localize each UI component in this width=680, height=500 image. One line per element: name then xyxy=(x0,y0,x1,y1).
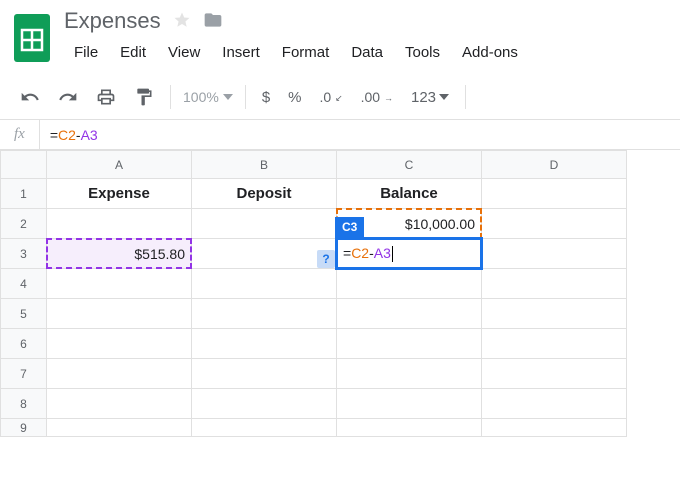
cell-A5[interactable] xyxy=(47,299,192,329)
row-header-1[interactable]: 1 xyxy=(1,179,47,209)
cell-B8[interactable] xyxy=(192,389,337,419)
cell-D8[interactable] xyxy=(482,389,627,419)
cell-B1[interactable]: Deposit xyxy=(192,179,337,209)
folder-icon[interactable] xyxy=(203,10,223,33)
format-percent-button[interactable]: % xyxy=(280,83,309,112)
row-header-5[interactable]: 5 xyxy=(1,299,47,329)
select-all-corner[interactable] xyxy=(1,151,47,179)
row-header-9[interactable]: 9 xyxy=(1,419,47,437)
print-button[interactable] xyxy=(88,81,124,113)
spreadsheet-grid: A B C D 1 Expense Deposit Balance 2 $10,… xyxy=(0,150,680,437)
active-cell-badge: C3 xyxy=(335,217,364,237)
formula-help-icon[interactable]: ? xyxy=(317,250,335,268)
formula-input[interactable]: =C2-A3 xyxy=(40,127,98,143)
column-header-A[interactable]: A xyxy=(47,151,192,179)
cell-D1[interactable] xyxy=(482,179,627,209)
cell-B3[interactable] xyxy=(192,239,337,269)
sheets-logo-icon xyxy=(12,12,52,64)
cell-C7[interactable] xyxy=(337,359,482,389)
cell-D5[interactable] xyxy=(482,299,627,329)
menu-edit[interactable]: Edit xyxy=(110,40,156,65)
cell-B5[interactable] xyxy=(192,299,337,329)
cell-A3[interactable]: $515.80 xyxy=(47,239,192,269)
column-header-C[interactable]: C xyxy=(337,151,482,179)
cell-C4[interactable] xyxy=(337,269,482,299)
document-title[interactable]: Expenses xyxy=(64,8,161,34)
row-header-4[interactable]: 4 xyxy=(1,269,47,299)
cell-C6[interactable] xyxy=(337,329,482,359)
cell-C3[interactable]: C3 ? =C2-A3 xyxy=(337,239,482,269)
menu-insert[interactable]: Insert xyxy=(212,40,270,65)
row-header-6[interactable]: 6 xyxy=(1,329,47,359)
toolbar: 100% $ % .0 ↙ .00 → 123 xyxy=(0,75,680,120)
cell-C5[interactable] xyxy=(337,299,482,329)
star-icon[interactable] xyxy=(173,11,191,32)
formula-bar: fx =C2-A3 xyxy=(0,120,680,150)
cell-A7[interactable] xyxy=(47,359,192,389)
cell-A8[interactable] xyxy=(47,389,192,419)
cell-C1[interactable]: Balance xyxy=(337,179,482,209)
cell-A9[interactable] xyxy=(47,419,192,437)
cell-D7[interactable] xyxy=(482,359,627,389)
cell-D3[interactable] xyxy=(482,239,627,269)
cell-A1[interactable]: Expense xyxy=(47,179,192,209)
undo-button[interactable] xyxy=(12,81,48,113)
row-header-7[interactable]: 7 xyxy=(1,359,47,389)
menu-tools[interactable]: Tools xyxy=(395,40,450,65)
cell-D6[interactable] xyxy=(482,329,627,359)
menu-bar: File Edit View Insert Format Data Tools … xyxy=(64,40,668,65)
cell-B7[interactable] xyxy=(192,359,337,389)
cell-D2[interactable] xyxy=(482,209,627,239)
menu-addons[interactable]: Add-ons xyxy=(452,40,528,65)
menu-view[interactable]: View xyxy=(158,40,210,65)
cell-editor[interactable]: =C2-A3 xyxy=(343,245,475,262)
cell-A4[interactable] xyxy=(47,269,192,299)
redo-button[interactable] xyxy=(50,81,86,113)
cell-A6[interactable] xyxy=(47,329,192,359)
zoom-value: 100% xyxy=(183,89,219,105)
cell-B4[interactable] xyxy=(192,269,337,299)
menu-data[interactable]: Data xyxy=(341,40,393,65)
cell-B2[interactable] xyxy=(192,209,337,239)
decrease-decimal-button[interactable]: .0 ↙ xyxy=(312,83,351,111)
menu-format[interactable]: Format xyxy=(272,40,340,65)
cell-A2[interactable] xyxy=(47,209,192,239)
column-header-D[interactable]: D xyxy=(482,151,627,179)
paint-format-button[interactable] xyxy=(126,81,162,113)
format-currency-button[interactable]: $ xyxy=(254,83,278,112)
column-header-B[interactable]: B xyxy=(192,151,337,179)
cell-D4[interactable] xyxy=(482,269,627,299)
cell-B6[interactable] xyxy=(192,329,337,359)
row-header-3[interactable]: 3 xyxy=(1,239,47,269)
menu-file[interactable]: File xyxy=(64,40,108,65)
zoom-selector[interactable]: 100% xyxy=(179,89,237,105)
cell-C9[interactable] xyxy=(337,419,482,437)
cell-D9[interactable] xyxy=(482,419,627,437)
cell-B9[interactable] xyxy=(192,419,337,437)
cell-C8[interactable] xyxy=(337,389,482,419)
row-header-8[interactable]: 8 xyxy=(1,389,47,419)
fx-icon: fx xyxy=(0,120,40,149)
increase-decimal-button[interactable]: .00 → xyxy=(353,83,401,111)
row-header-2[interactable]: 2 xyxy=(1,209,47,239)
more-formats-button[interactable]: 123 xyxy=(403,83,457,112)
